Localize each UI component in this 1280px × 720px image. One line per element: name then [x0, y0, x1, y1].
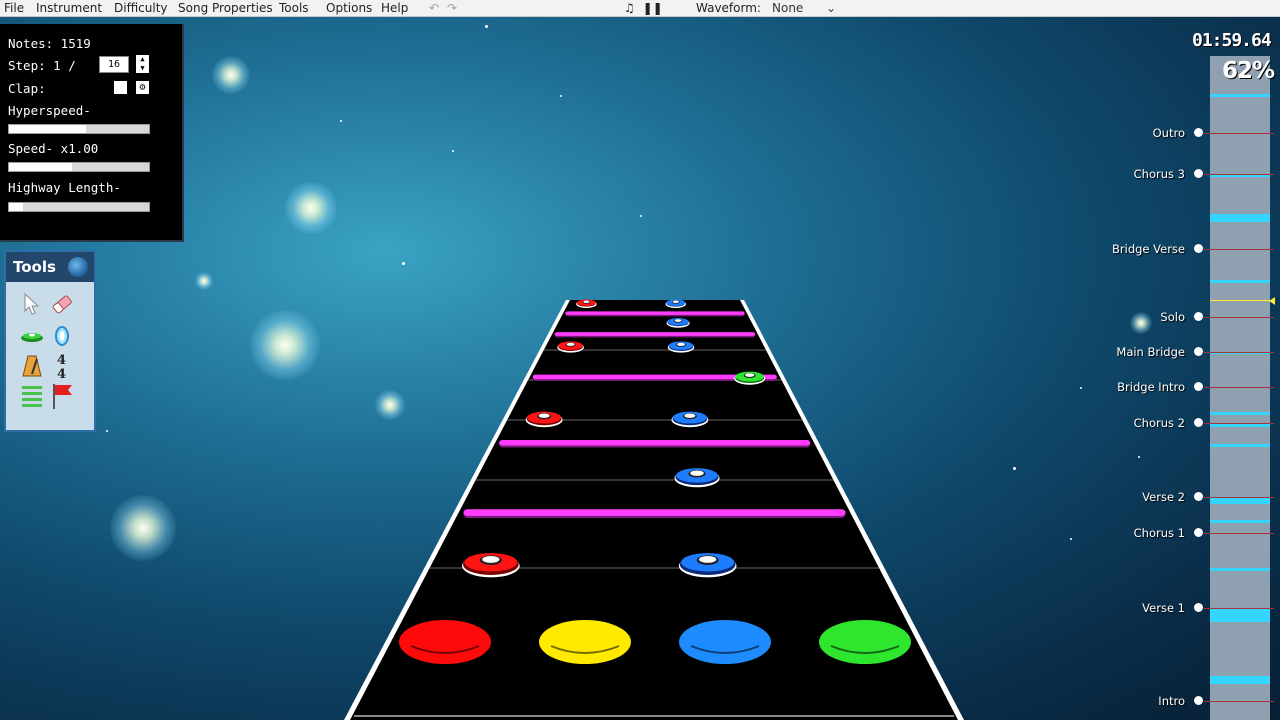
section-dot[interactable]	[1194, 347, 1203, 356]
section-marker-line	[1204, 133, 1274, 134]
gem-center	[745, 373, 755, 377]
section-marker-line	[1204, 174, 1274, 175]
section-label[interactable]: Verse 1	[1142, 601, 1185, 615]
striker-red-top	[405, 621, 485, 651]
starpower-marker	[1210, 498, 1270, 504]
section-label[interactable]: Intro	[1158, 694, 1185, 708]
song-time: 01:59.64	[1192, 30, 1272, 51]
gem-center	[538, 413, 550, 418]
section-dot[interactable]	[1194, 382, 1203, 391]
section-label[interactable]: Main Bridge	[1116, 345, 1185, 359]
section-dot[interactable]	[1194, 528, 1203, 537]
starpower-marker	[1210, 412, 1270, 415]
gem-center	[684, 413, 696, 418]
gem-center	[566, 342, 575, 346]
section-label[interactable]: Outro	[1153, 126, 1185, 140]
section-label[interactable]: Bridge Intro	[1117, 380, 1185, 394]
gem-center	[699, 555, 717, 563]
section-marker-line	[1204, 497, 1274, 498]
section-dot[interactable]	[1194, 312, 1203, 321]
starpower-bar	[463, 509, 846, 516]
gem-center	[482, 555, 500, 563]
striker-blue-top	[685, 621, 765, 651]
note-highway[interactable]	[0, 0, 1280, 720]
playhead-arrow-icon[interactable]	[1269, 297, 1275, 305]
section-marker-line	[1204, 249, 1274, 250]
starpower-marker	[1210, 214, 1270, 222]
section-marker-line	[1204, 352, 1274, 353]
starpower-marker	[1210, 568, 1270, 571]
starpower-bar	[554, 332, 756, 336]
starpower-marker	[1210, 424, 1270, 427]
starpower-marker	[1210, 520, 1270, 523]
section-dot[interactable]	[1194, 492, 1203, 501]
striker-green-top	[825, 621, 905, 651]
gem-center	[672, 300, 679, 303]
section-marker-line	[1204, 608, 1274, 609]
section-marker-line	[1204, 317, 1274, 318]
section-dot[interactable]	[1194, 169, 1203, 178]
section-label[interactable]: Chorus 2	[1134, 416, 1185, 430]
section-marker-line	[1204, 533, 1274, 534]
section-label[interactable]: Solo	[1160, 310, 1185, 324]
section-dot[interactable]	[1194, 603, 1203, 612]
starpower-marker	[1210, 676, 1270, 684]
section-label[interactable]: Bridge Verse	[1112, 242, 1185, 256]
section-marker-line	[1204, 423, 1274, 424]
section-label[interactable]: Verse 2	[1142, 490, 1185, 504]
section-marker-line	[1204, 701, 1274, 702]
section-label[interactable]: Chorus 1	[1134, 526, 1185, 540]
gem-center	[674, 319, 682, 322]
starpower-bar	[499, 439, 811, 446]
starpower-marker	[1210, 444, 1270, 447]
gem-center	[677, 342, 686, 346]
playhead-line	[1210, 300, 1270, 301]
section-label[interactable]: Chorus 3	[1134, 167, 1185, 181]
section-dot[interactable]	[1194, 128, 1203, 137]
starpower-bar	[565, 311, 745, 315]
section-dot[interactable]	[1194, 418, 1203, 427]
starpower-marker	[1210, 280, 1270, 283]
gem-center	[583, 300, 590, 303]
gem-center	[690, 470, 704, 476]
starpower-marker	[1210, 608, 1270, 622]
striker-yellow-top	[545, 621, 625, 651]
starpower-marker	[1210, 94, 1270, 97]
section-marker-line	[1204, 387, 1274, 388]
song-progress: 62%	[1222, 58, 1275, 84]
section-dot[interactable]	[1194, 696, 1203, 705]
section-dot[interactable]	[1194, 244, 1203, 253]
